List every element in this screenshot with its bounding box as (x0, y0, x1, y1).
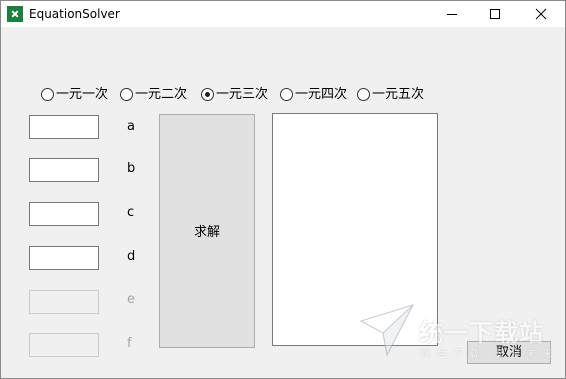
coefficient-c-label: c (127, 205, 135, 220)
radio-button-icon[interactable] (201, 88, 214, 101)
radio-button-icon[interactable] (120, 88, 133, 101)
radio-button-icon[interactable] (41, 88, 54, 101)
coefficient-c-input[interactable] (29, 202, 99, 226)
close-icon (535, 8, 547, 20)
radio-label: 一元一次 (56, 87, 109, 102)
radio-label: 一元五次 (372, 87, 425, 102)
radio-label: 一元三次 (216, 87, 269, 102)
coefficient-b-input[interactable] (29, 158, 99, 182)
cancel-button[interactable]: 取消 (467, 341, 551, 364)
close-button[interactable] (518, 1, 564, 27)
minimize-button[interactable] (429, 1, 475, 27)
coefficient-f-input (29, 333, 99, 357)
title-bar[interactable]: EquationSolver (1, 1, 565, 27)
solve-button-label: 求解 (193, 225, 220, 240)
maximize-icon (490, 9, 500, 19)
coefficient-f-label: f (127, 336, 132, 351)
coefficient-b-label: b (127, 161, 136, 176)
equation-solver-window: EquationSolver 一元一次 一元二次 一元三次 一元四次 一元五次 … (0, 0, 566, 379)
result-output[interactable] (272, 113, 438, 346)
solve-button[interactable]: 求解 (159, 114, 255, 348)
window-title: EquationSolver (29, 7, 120, 21)
radio-label: 一元四次 (295, 87, 348, 102)
coefficient-a-input[interactable] (29, 115, 99, 139)
app-icon (7, 6, 23, 22)
coefficient-e-label: e (127, 292, 135, 307)
coefficient-d-label: d (127, 249, 136, 264)
radio-label: 一元二次 (135, 87, 188, 102)
maximize-button[interactable] (472, 1, 518, 27)
radio-button-icon[interactable] (357, 88, 370, 101)
minimize-icon (447, 14, 457, 15)
coefficient-a-label: a (127, 119, 135, 134)
coefficient-e-input (29, 290, 99, 314)
radio-button-icon[interactable] (280, 88, 293, 101)
cancel-button-label: 取消 (495, 345, 522, 360)
coefficient-d-input[interactable] (29, 246, 99, 270)
